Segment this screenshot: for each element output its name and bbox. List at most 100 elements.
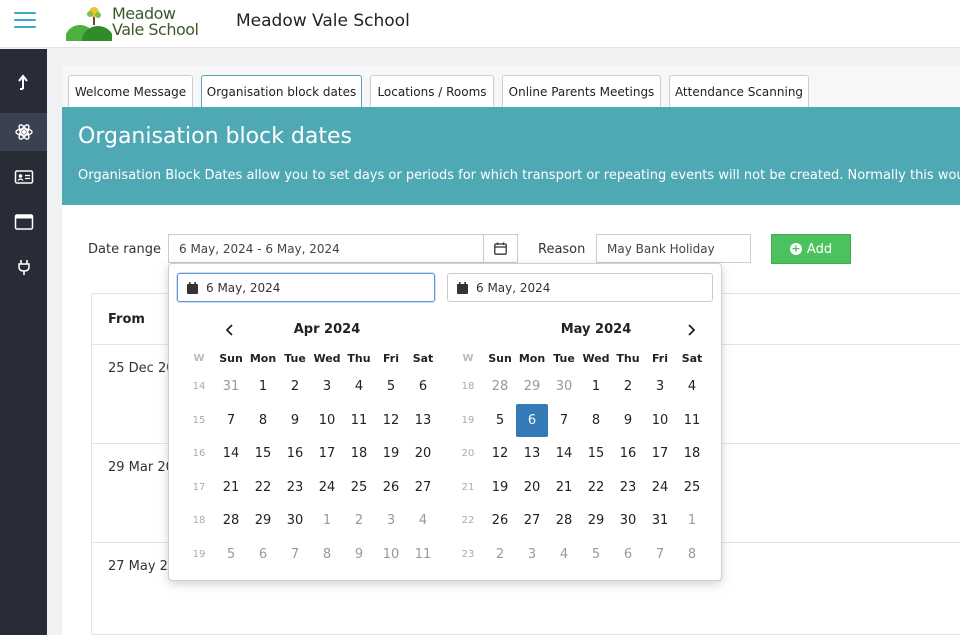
calendar-day[interactable]: 9 xyxy=(612,404,644,437)
calendar-day[interactable]: 9 xyxy=(279,404,311,437)
calendar-day[interactable]: 17 xyxy=(311,437,343,470)
school-logo[interactable]: Meadow Vale School xyxy=(65,5,206,56)
calendar-day[interactable]: 19 xyxy=(484,471,516,504)
calendar-day[interactable]: 20 xyxy=(516,471,548,504)
sidebar-item-contacts[interactable] xyxy=(0,158,47,196)
calendar-day[interactable]: 22 xyxy=(580,471,612,504)
calendar-day[interactable]: 11 xyxy=(676,404,708,437)
add-button[interactable]: + Add xyxy=(771,234,851,264)
calendar-day[interactable]: 8 xyxy=(676,538,708,571)
hamburger-menu-icon[interactable] xyxy=(14,12,36,30)
sidebar-item-settings[interactable] xyxy=(0,113,47,151)
calendar-day[interactable]: 13 xyxy=(516,437,548,470)
calendar-day[interactable]: 5 xyxy=(580,538,612,571)
calendar-day-selected[interactable]: 6 xyxy=(516,403,548,437)
calendar-day[interactable]: 13 xyxy=(407,404,439,437)
calendar-day[interactable]: 2 xyxy=(612,370,644,403)
calendar-day[interactable]: 19 xyxy=(375,437,407,470)
calendar-day[interactable]: 23 xyxy=(612,471,644,504)
calendar-day[interactable]: 14 xyxy=(548,437,580,470)
calendar-day[interactable]: 25 xyxy=(343,471,375,504)
calendar-day[interactable]: 31 xyxy=(644,504,676,537)
calendar-day[interactable]: 23 xyxy=(279,471,311,504)
calendar-day[interactable]: 2 xyxy=(484,538,516,571)
calendar-day[interactable]: 28 xyxy=(215,504,247,537)
calendar-day[interactable]: 3 xyxy=(644,370,676,403)
calendar-day[interactable]: 29 xyxy=(580,504,612,537)
calendar-day[interactable]: 30 xyxy=(548,370,580,403)
calendar-day[interactable]: 11 xyxy=(343,404,375,437)
calendar-day[interactable]: 1 xyxy=(580,370,612,403)
tab-online-parents-meetings[interactable]: Online Parents Meetings xyxy=(502,75,661,108)
calendar-day[interactable]: 8 xyxy=(247,404,279,437)
calendar-day[interactable]: 4 xyxy=(343,370,375,403)
calendar-day[interactable]: 21 xyxy=(548,471,580,504)
calendar-day[interactable]: 27 xyxy=(516,504,548,537)
picker-end-input[interactable]: 6 May, 2024 xyxy=(447,273,713,302)
calendar-day[interactable]: 18 xyxy=(343,437,375,470)
calendar-day[interactable]: 24 xyxy=(311,471,343,504)
calendar-day[interactable]: 1 xyxy=(247,370,279,403)
calendar-day[interactable]: 29 xyxy=(516,370,548,403)
calendar-day[interactable]: 15 xyxy=(580,437,612,470)
calendar-day[interactable]: 6 xyxy=(247,538,279,571)
calendar-button[interactable] xyxy=(483,234,518,263)
calendar-day[interactable]: 2 xyxy=(279,370,311,403)
calendar-day[interactable]: 5 xyxy=(484,404,516,437)
calendar-day[interactable]: 6 xyxy=(407,370,439,403)
calendar-day[interactable]: 10 xyxy=(311,404,343,437)
calendar-day[interactable]: 10 xyxy=(644,404,676,437)
calendar-day[interactable]: 21 xyxy=(215,471,247,504)
calendar-day[interactable]: 26 xyxy=(484,504,516,537)
sidebar-item-plugins[interactable] xyxy=(0,248,47,286)
calendar-day[interactable]: 16 xyxy=(612,437,644,470)
calendar-day[interactable]: 28 xyxy=(484,370,516,403)
calendar-day[interactable]: 1 xyxy=(311,504,343,537)
calendar-day[interactable]: 11 xyxy=(407,538,439,571)
tab-attendance-scanning[interactable]: Attendance Scanning xyxy=(669,75,809,108)
calendar-day[interactable]: 24 xyxy=(644,471,676,504)
calendar-day[interactable]: 7 xyxy=(279,538,311,571)
calendar-day[interactable]: 26 xyxy=(375,471,407,504)
calendar-day[interactable]: 15 xyxy=(247,437,279,470)
calendar-day[interactable]: 4 xyxy=(676,370,708,403)
tab-welcome-message[interactable]: Welcome Message xyxy=(68,75,193,108)
picker-start-input[interactable]: 6 May, 2024 xyxy=(177,273,435,302)
calendar-day[interactable]: 12 xyxy=(375,404,407,437)
calendar-day[interactable]: 10 xyxy=(375,538,407,571)
sidebar-item-window[interactable] xyxy=(0,203,47,241)
calendar-day[interactable]: 12 xyxy=(484,437,516,470)
calendar-day[interactable]: 30 xyxy=(612,504,644,537)
calendar-day[interactable]: 5 xyxy=(375,370,407,403)
calendar-day[interactable]: 3 xyxy=(311,370,343,403)
calendar-day[interactable]: 14 xyxy=(215,437,247,470)
date-range-input[interactable]: 6 May, 2024 - 6 May, 2024 xyxy=(168,234,484,263)
calendar-day[interactable]: 9 xyxy=(343,538,375,571)
calendar-day[interactable]: 2 xyxy=(343,504,375,537)
calendar-day[interactable]: 28 xyxy=(548,504,580,537)
calendar-day[interactable]: 18 xyxy=(676,437,708,470)
calendar-day[interactable]: 4 xyxy=(548,538,580,571)
calendar-day[interactable]: 6 xyxy=(612,538,644,571)
sidebar-item-share[interactable] xyxy=(0,63,47,101)
calendar-day[interactable]: 4 xyxy=(407,504,439,537)
tab-locations-rooms[interactable]: Locations / Rooms xyxy=(370,75,494,108)
calendar-day[interactable]: 31 xyxy=(215,370,247,403)
calendar-day[interactable]: 3 xyxy=(375,504,407,537)
calendar-day[interactable]: 20 xyxy=(407,437,439,470)
reason-input[interactable]: May Bank Holiday xyxy=(596,234,751,263)
tab-organisation-block-dates[interactable]: Organisation block dates xyxy=(201,75,362,108)
calendar-day[interactable]: 22 xyxy=(247,471,279,504)
calendar-day[interactable]: 1 xyxy=(676,504,708,537)
calendar-day[interactable]: 30 xyxy=(279,504,311,537)
next-month-button[interactable] xyxy=(681,320,701,340)
calendar-day[interactable]: 5 xyxy=(215,538,247,571)
calendar-day[interactable]: 17 xyxy=(644,437,676,470)
calendar-day[interactable]: 7 xyxy=(548,404,580,437)
calendar-day[interactable]: 27 xyxy=(407,471,439,504)
calendar-day[interactable]: 8 xyxy=(580,404,612,437)
calendar-day[interactable]: 3 xyxy=(516,538,548,571)
calendar-day[interactable]: 29 xyxy=(247,504,279,537)
calendar-day[interactable]: 25 xyxy=(676,471,708,504)
calendar-day[interactable]: 7 xyxy=(644,538,676,571)
